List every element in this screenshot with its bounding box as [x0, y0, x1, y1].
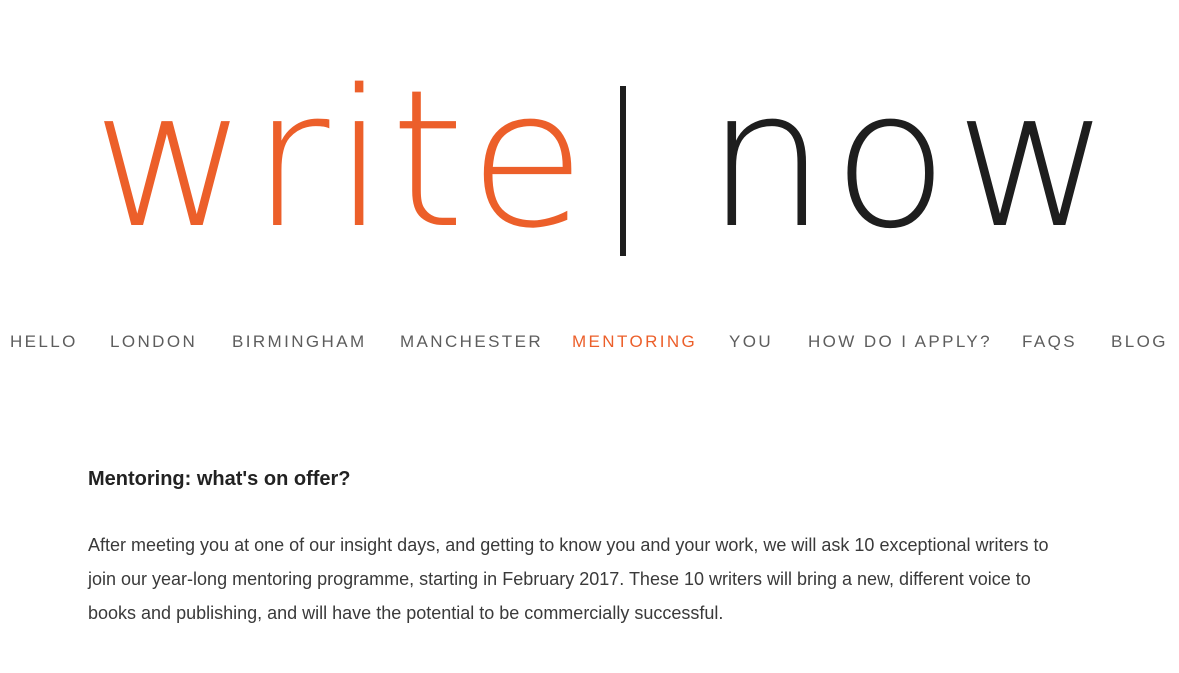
logo-word-write: write	[92, 49, 590, 270]
nav-item-hello[interactable]: HELLO	[10, 328, 78, 356]
nav-item-london[interactable]: LONDON	[110, 328, 197, 356]
nav-item-how-do-i-apply[interactable]: HOW DO I APPLY?	[808, 328, 992, 356]
nav-item-you[interactable]: YOU	[729, 328, 773, 356]
nav-item-birmingham[interactable]: BIRMINGHAM	[232, 328, 367, 356]
nav-item-blog[interactable]: BLOG	[1111, 328, 1168, 356]
nav-item-faqs[interactable]: FAQS	[1022, 328, 1077, 356]
nav-item-mentoring[interactable]: MENTORING	[572, 328, 697, 356]
section-heading: Mentoring: what's on offer?	[88, 468, 351, 490]
logo-word-now: now	[706, 49, 1117, 270]
main-content: Mentoring: what's on offer? After meetin…	[88, 464, 1078, 630]
site-logo[interactable]: write now	[0, 0, 1179, 290]
main-navigation: HELLO LONDON BIRMINGHAM MANCHESTER MENTO…	[0, 328, 1179, 356]
section-paragraph: After meeting you at one of our insight …	[88, 535, 1049, 623]
nav-item-manchester[interactable]: MANCHESTER	[400, 328, 543, 356]
logo-divider	[620, 86, 626, 256]
